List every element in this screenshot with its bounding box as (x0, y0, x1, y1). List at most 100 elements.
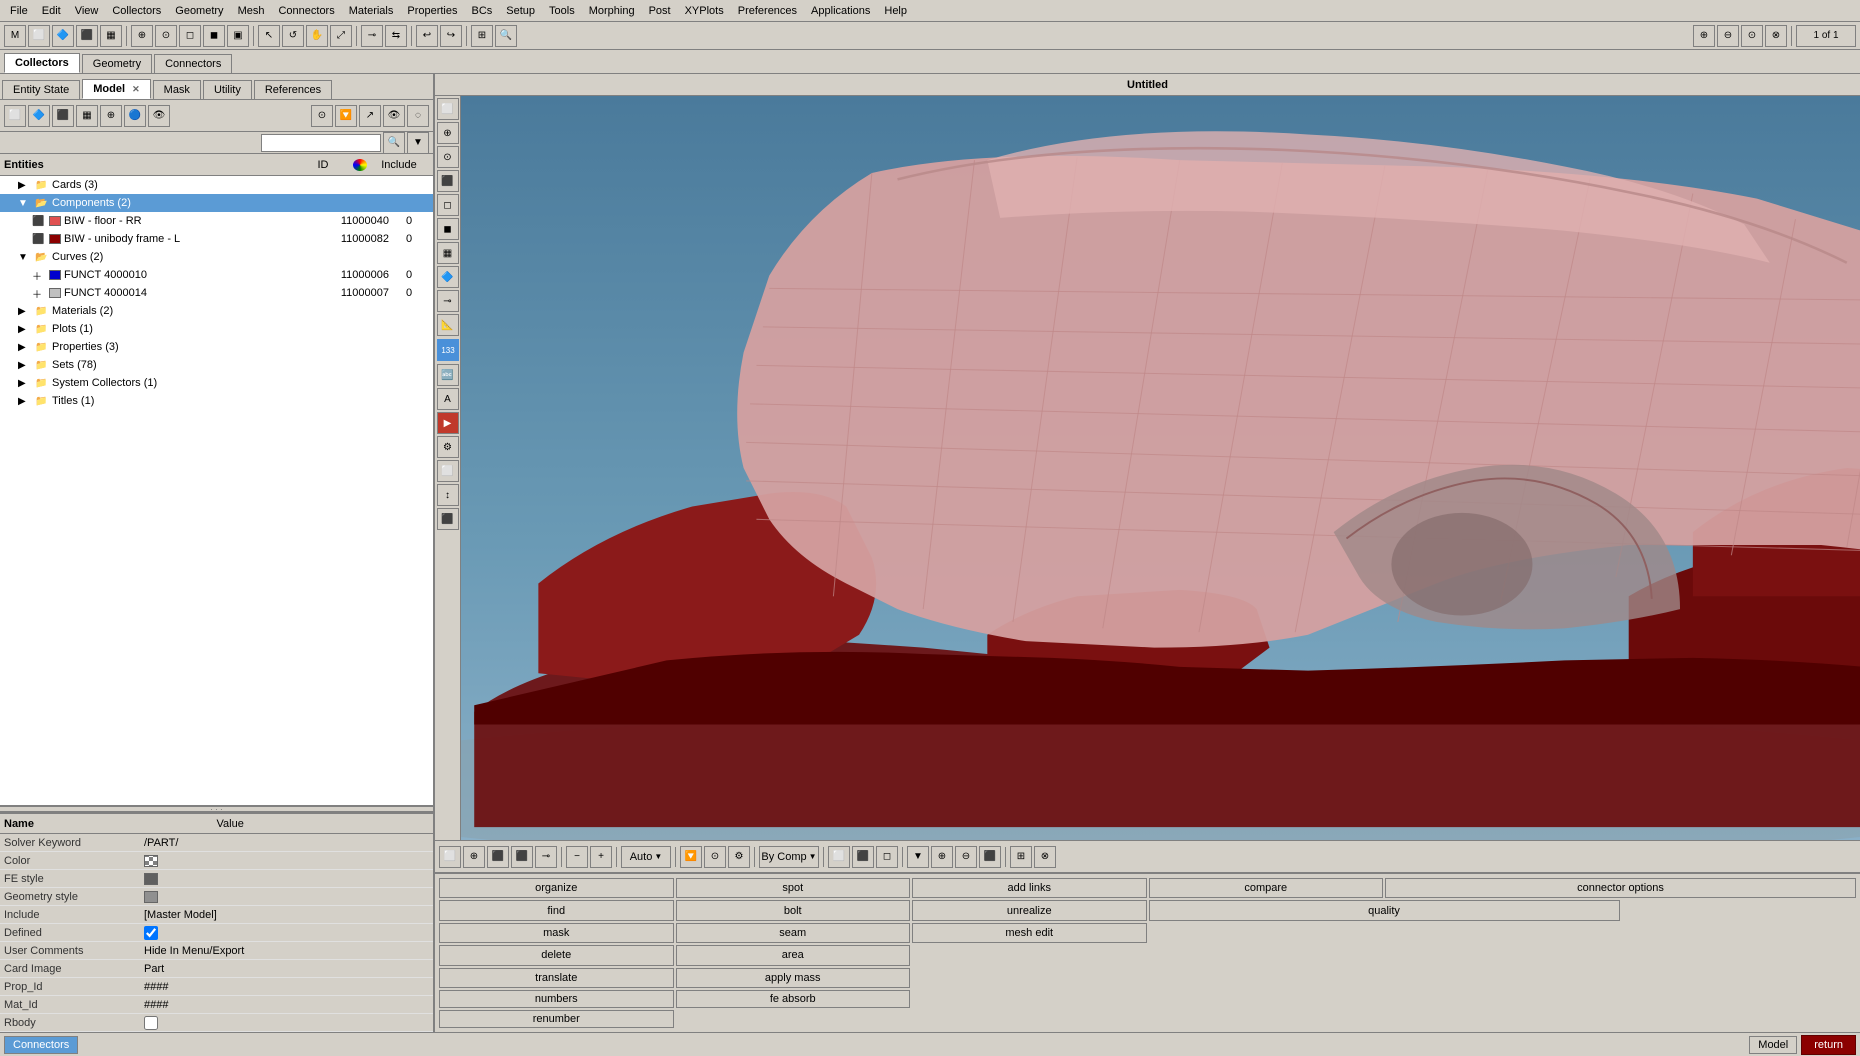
tree-item-funct1[interactable]: ＋ FUNCT 4000010 11000006 0 (0, 266, 433, 284)
tab-connectors[interactable]: Connectors (154, 54, 232, 73)
connector-btn-addlinks[interactable]: add links (912, 878, 1147, 898)
tree-item-cards[interactable]: ▶ 📁 Cards (3) (0, 176, 433, 194)
side-btn-17[interactable]: ⬛ (437, 508, 459, 530)
status-connectors[interactable]: Connectors (4, 1036, 78, 1054)
menu-setup[interactable]: Setup (500, 3, 541, 19)
toolbar-btn-arrow[interactable]: ↖ (258, 25, 280, 47)
side-btn-8[interactable]: 🔷 (437, 266, 459, 288)
expand-icon-components[interactable]: ▼ (18, 198, 32, 209)
connector-btn-organize[interactable]: organize (439, 878, 674, 898)
side-btn-13[interactable]: ▶ (437, 412, 459, 434)
menu-preferences[interactable]: Preferences (732, 3, 803, 19)
left-btn-7[interactable]: 👁 (148, 105, 170, 127)
connector-btn-bolt[interactable]: bolt (676, 900, 911, 920)
bottom-btn-8[interactable]: ⊙ (704, 846, 726, 868)
toolbar-btn-5[interactable]: ▦ (100, 25, 122, 47)
tree-item-curves[interactable]: ▼ 📂 Curves (2) (0, 248, 433, 266)
menu-file[interactable]: File (4, 3, 34, 19)
side-btn-11[interactable]: 🔤 (437, 364, 459, 386)
tree-item-biw-floor[interactable]: ⬛ BIW - floor - RR 11000040 0 (0, 212, 433, 230)
connector-btn-compare[interactable]: compare (1149, 878, 1384, 898)
tree-item-components[interactable]: ▼ 📂 Components (2) (0, 194, 433, 212)
search-options-icon[interactable]: ▼ (407, 132, 429, 154)
bottom-btn-5[interactable]: ⊸ (535, 846, 557, 868)
left-btn-eye2[interactable]: ◌ (407, 105, 429, 127)
toolbar-btn-mask[interactable]: M (4, 25, 26, 47)
menu-collectors[interactable]: Collectors (106, 3, 167, 19)
expand-icon-plots[interactable]: ▶ (18, 324, 32, 335)
tab-mask[interactable]: Mask (153, 80, 201, 99)
expand-icon-syscol[interactable]: ▶ (18, 378, 32, 389)
menu-view[interactable]: View (69, 3, 105, 19)
connector-btn-unrealize[interactable]: unrealize (912, 900, 1147, 920)
toolbar-btn-pan[interactable]: ✋ (306, 25, 328, 47)
tree-item-sets[interactable]: ▶ 📁 Sets (78) (0, 356, 433, 374)
bottom-btn-3[interactable]: ⬛ (487, 846, 509, 868)
tree-item-titles[interactable]: ▶ 📁 Titles (1) (0, 392, 433, 410)
left-btn-5[interactable]: ⊕ (100, 105, 122, 127)
bottom-btn-bycomp[interactable]: By Comp ▼ (759, 846, 819, 868)
toolbar-btn-8[interactable]: ◻ (179, 25, 201, 47)
toolbar-btn-2[interactable]: ⬜ (28, 25, 50, 47)
menu-applications[interactable]: Applications (805, 3, 876, 19)
toolbar-btn-13[interactable]: ⊕ (1693, 25, 1715, 47)
connector-btn-area[interactable]: area (676, 945, 911, 965)
left-btn-1[interactable]: ⬜ (4, 105, 26, 127)
side-btn-2[interactable]: ⊕ (437, 122, 459, 144)
expand-icon-titles[interactable]: ▶ (18, 396, 32, 407)
side-btn-10[interactable]: 📐 (437, 314, 459, 336)
side-btn-3[interactable]: ⊙ (437, 146, 459, 168)
tab-collectors[interactable]: Collectors (4, 53, 80, 73)
toolbar-btn-zoom[interactable]: ⤢ (330, 25, 352, 47)
menu-properties[interactable]: Properties (401, 3, 463, 19)
toolbar-btn-16[interactable]: ⊗ (1765, 25, 1787, 47)
side-btn-5[interactable]: ◻ (437, 194, 459, 216)
side-btn-15[interactable]: ⬜ (437, 460, 459, 482)
left-btn-eye[interactable]: 👁 (383, 105, 405, 127)
bottom-btn-plus[interactable]: + (590, 846, 612, 868)
bottom-btn-14[interactable]: ⊕ (931, 846, 953, 868)
left-btn-4[interactable]: ▦ (76, 105, 98, 127)
left-btn-filter[interactable]: 🔽 (335, 105, 357, 127)
left-btn-select[interactable]: ↗ (359, 105, 381, 127)
side-btn-14[interactable]: ⚙ (437, 436, 459, 458)
left-btn-3[interactable]: ⬛ (52, 105, 74, 127)
side-btn-4[interactable]: ⬛ (437, 170, 459, 192)
bottom-btn-11[interactable]: ⬛ (852, 846, 874, 868)
toolbar-btn-fit[interactable]: ⊞ (471, 25, 493, 47)
bottom-btn-12[interactable]: ◻ (876, 846, 898, 868)
bottom-btn-2[interactable]: ⊕ (463, 846, 485, 868)
bottom-btn-16[interactable]: ⬛ (979, 846, 1001, 868)
tab-entity-state[interactable]: Entity State (2, 80, 80, 99)
menu-help[interactable]: Help (878, 3, 913, 19)
menu-morphing[interactable]: Morphing (583, 3, 641, 19)
connector-btn-options[interactable]: connector options (1385, 878, 1856, 898)
toolbar-btn-11[interactable]: ⊸ (361, 25, 383, 47)
connector-btn-delete[interactable]: delete (439, 945, 674, 965)
toolbar-btn-17[interactable]: 1 of 1 (1796, 25, 1856, 47)
toolbar-btn-6[interactable]: ⊕ (131, 25, 153, 47)
connector-btn-translate[interactable]: translate (439, 968, 674, 988)
bottom-btn-18[interactable]: ⊗ (1034, 846, 1056, 868)
connector-btn-numbers[interactable]: numbers (439, 990, 674, 1008)
side-btn-6[interactable]: ◼ (437, 218, 459, 240)
side-btn-7[interactable]: ▦ (437, 242, 459, 264)
side-btn-1[interactable]: ⬜ (437, 98, 459, 120)
bottom-btn-4[interactable]: ⬛ (511, 846, 533, 868)
tree-item-plots[interactable]: ▶ 📁 Plots (1) (0, 320, 433, 338)
toolbar-btn-14[interactable]: ⊖ (1717, 25, 1739, 47)
side-btn-9[interactable]: ⊸ (437, 290, 459, 312)
left-btn-2[interactable]: 🔷 (28, 105, 50, 127)
search-icon[interactable]: 🔍 (383, 132, 405, 154)
bottom-btn-7[interactable]: 🔽 (680, 846, 702, 868)
tab-geometry[interactable]: Geometry (82, 54, 152, 73)
bottom-btn-17[interactable]: ⊞ (1010, 846, 1032, 868)
bottom-btn-10[interactable]: ⬜ (828, 846, 850, 868)
connector-btn-spot[interactable]: spot (676, 878, 911, 898)
props-checkbox-rbody[interactable] (144, 1016, 158, 1030)
expand-icon-properties[interactable]: ▶ (18, 342, 32, 353)
tree-item-materials[interactable]: ▶ 📁 Materials (2) (0, 302, 433, 320)
toolbar-btn-9[interactable]: ◼ (203, 25, 225, 47)
menu-bcs[interactable]: BCs (466, 3, 499, 19)
menu-tools[interactable]: Tools (543, 3, 581, 19)
